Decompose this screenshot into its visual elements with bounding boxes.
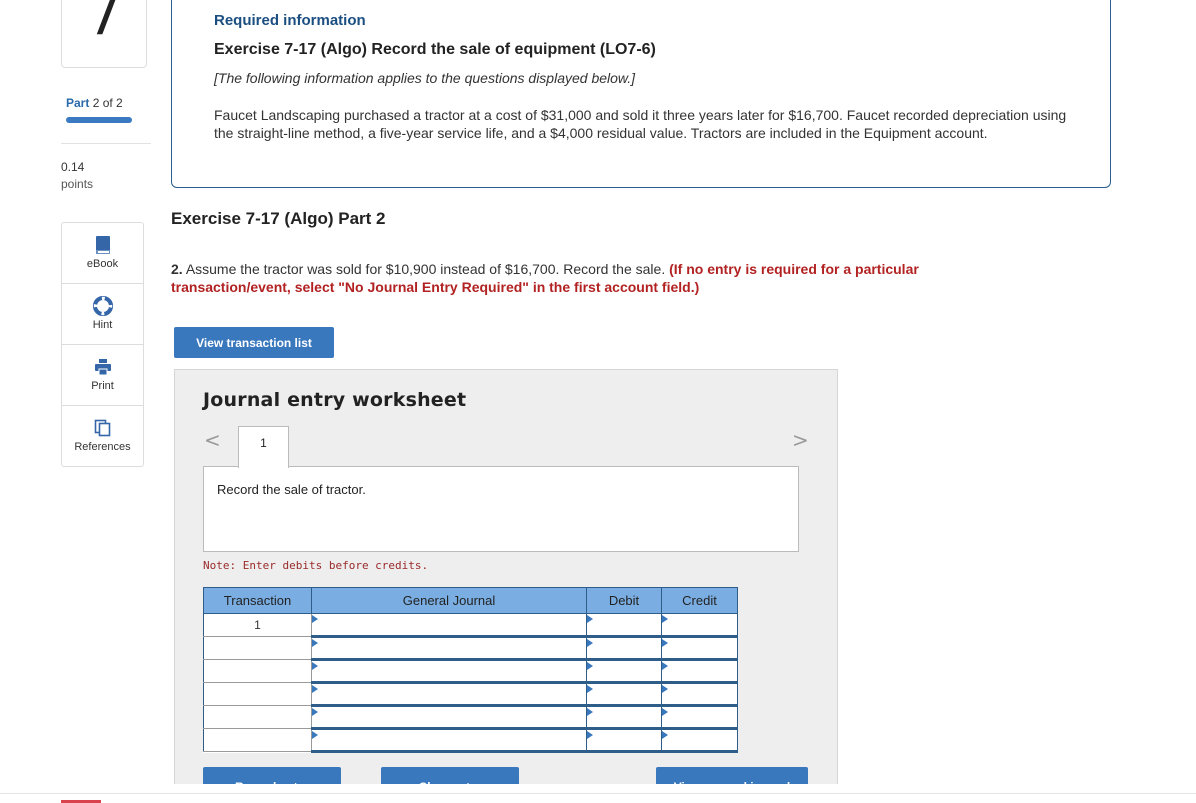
marker-icon	[587, 615, 593, 623]
part-heading: Exercise 7-17 (Algo) Part 2	[171, 209, 386, 228]
points-value: 0.14	[61, 160, 85, 174]
transaction-cell	[203, 728, 312, 752]
worksheet-tab-text: Record the sale of tractor.	[217, 482, 366, 497]
marker-icon	[587, 731, 593, 739]
marker-icon	[662, 639, 668, 647]
journal-entry-table: Transaction General Journal Debit Credit…	[203, 587, 738, 753]
required-information-heading: Required information	[214, 12, 366, 29]
account-input[interactable]	[311, 636, 587, 661]
points-label: points	[61, 177, 94, 191]
part-progress: 2 of 2	[92, 96, 123, 110]
column-header-debit: Debit	[586, 587, 662, 614]
dropdown-marker-icon	[312, 708, 318, 716]
documents-icon	[94, 418, 112, 438]
worksheet-tab-panel	[203, 466, 799, 552]
question-item-number: 2.	[171, 261, 183, 277]
debit-input[interactable]	[586, 705, 662, 730]
question-text: 2. Assume the tractor was sold for $10,9…	[171, 260, 1031, 296]
marker-icon	[662, 731, 668, 739]
view-transaction-list-button[interactable]: View transaction list	[174, 327, 334, 358]
account-input[interactable]	[311, 613, 587, 638]
following-information-note: [The following information applies to th…	[214, 70, 636, 86]
credit-input[interactable]	[661, 659, 738, 684]
debit-input[interactable]	[586, 636, 662, 661]
marker-icon	[587, 662, 593, 670]
table-row	[203, 636, 738, 661]
references-button[interactable]: References	[62, 406, 143, 467]
dropdown-marker-icon	[312, 662, 318, 670]
column-header-transaction: Transaction	[203, 587, 312, 614]
bottom-divider	[0, 793, 1196, 794]
print-button[interactable]: Print	[62, 345, 143, 406]
ebook-button[interactable]: eBook	[62, 223, 143, 284]
previous-arrow-icon[interactable]: <	[204, 428, 221, 452]
exercise-title: Exercise 7-17 (Algo) Record the sale of …	[214, 41, 656, 58]
marker-icon	[587, 685, 593, 693]
print-label: Print	[91, 380, 114, 392]
debit-input[interactable]	[586, 728, 662, 753]
account-input[interactable]	[311, 682, 587, 707]
debits-before-credits-note: Note: Enter debits before credits.	[203, 559, 429, 572]
question-number: 7	[86, 0, 122, 47]
references-label: References	[74, 441, 131, 453]
table-row	[203, 659, 738, 684]
account-input[interactable]	[311, 728, 587, 753]
dropdown-marker-icon	[312, 639, 318, 647]
marker-icon	[662, 662, 668, 670]
rail-divider	[61, 143, 151, 144]
debit-input[interactable]	[586, 682, 662, 707]
transaction-cell	[203, 705, 312, 729]
marker-icon	[587, 639, 593, 647]
marker-icon	[662, 708, 668, 716]
debit-input[interactable]	[586, 659, 662, 684]
lifebuoy-icon	[92, 296, 113, 316]
part-progress-bar	[66, 117, 132, 123]
marker-icon	[587, 708, 593, 716]
table-row	[203, 705, 738, 730]
debit-input[interactable]	[586, 613, 662, 638]
hint-label: Hint	[92, 319, 113, 331]
marker-icon	[662, 615, 668, 623]
worksheet-title: Journal entry worksheet	[203, 389, 467, 411]
transaction-cell	[203, 659, 312, 683]
transaction-cell: 1	[203, 613, 312, 637]
marker-icon	[662, 685, 668, 693]
question-body: Assume the tractor was sold for $10,900 …	[185, 261, 666, 277]
credit-input[interactable]	[661, 636, 738, 661]
table-row: 1	[203, 613, 738, 638]
credit-input[interactable]	[661, 682, 738, 707]
scenario-text: Faucet Landscaping purchased a tractor a…	[214, 107, 1067, 141]
transaction-cell	[203, 636, 312, 660]
account-input[interactable]	[311, 659, 587, 684]
tool-stack: eBook Hint Print References	[61, 222, 144, 467]
transaction-cell	[203, 682, 312, 706]
dropdown-marker-icon	[312, 615, 318, 623]
part-word: Part	[66, 96, 90, 110]
next-arrow-icon[interactable]: >	[792, 428, 809, 452]
question-number-box: 7	[61, 0, 147, 68]
table-row	[203, 682, 738, 707]
worksheet-tab-label: 1	[260, 436, 267, 450]
worksheet-tab-1[interactable]: 1	[238, 426, 289, 468]
dropdown-marker-icon	[312, 685, 318, 693]
journal-header-row: Transaction General Journal Debit Credit	[203, 587, 738, 614]
table-row	[203, 728, 738, 753]
column-header-credit: Credit	[661, 587, 738, 614]
book-icon	[95, 235, 111, 255]
ebook-label: eBook	[86, 258, 119, 270]
credit-input[interactable]	[661, 613, 738, 638]
dropdown-marker-icon	[312, 731, 318, 739]
hint-button[interactable]: Hint	[62, 284, 143, 345]
account-input[interactable]	[311, 705, 587, 730]
part-progress-label: Part 2 of 2	[66, 96, 123, 110]
printer-icon	[94, 357, 112, 377]
column-header-general-journal: General Journal	[311, 587, 587, 614]
credit-input[interactable]	[661, 705, 738, 730]
credit-input[interactable]	[661, 728, 738, 753]
